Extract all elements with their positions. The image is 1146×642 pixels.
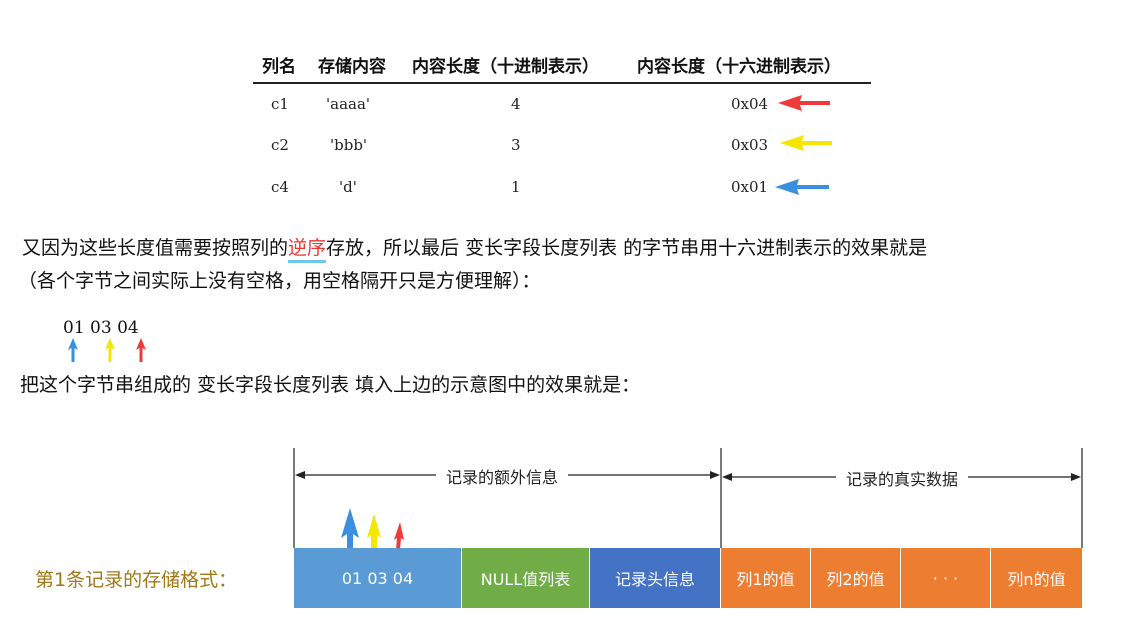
reverse-order-highlight: 逆序 [288, 237, 327, 263]
null-list-segment: NULL值列表 [462, 548, 590, 608]
left-arrow-icon [778, 95, 830, 111]
left-arrowhead-icon [295, 471, 305, 479]
variable-length-list-term: 变长字段长度列表 [191, 374, 356, 396]
table-cell-content: 'bbb' [330, 136, 368, 154]
right-arrowhead-icon [710, 471, 720, 479]
table-cell-column: c4 [271, 178, 289, 196]
table-cell-content: 'aaaa' [326, 95, 371, 113]
record-header-segment: 记录头信息 [590, 548, 721, 608]
red-arrow-shape [778, 95, 830, 111]
blue-arrow-shape [775, 179, 829, 195]
yellow-arrow-shape [780, 135, 832, 151]
table-cell-length-hex: 0x03 [731, 136, 769, 154]
left-arrow-icon [775, 179, 829, 195]
variable-length-list-term: 变长字段长度列表 [459, 237, 624, 259]
paragraph-text: 把这个字节串组成的 [20, 374, 192, 396]
table-header-length-hex: 内容长度（十六进制表示） [637, 57, 841, 77]
up-arrow-icon [68, 338, 78, 362]
table-cell-column: c2 [271, 136, 289, 154]
column-1-value-segment: 列1的值 [721, 548, 811, 608]
fill-in-paragraph: 把这个字节串组成的 变长字段长度列表 填入上边的示意图中的效果就是： [20, 370, 640, 397]
left-arrowhead-icon [722, 473, 732, 481]
up-arrow-icon [136, 338, 146, 362]
explanation-paragraph: 又因为这些长度值需要按照列的逆序存放，所以最后 变长字段长度列表 的字节串用十六… [22, 233, 928, 263]
byte-arrows [68, 338, 146, 362]
paragraph-text: 的字节串用十六进制表示的效果就是 [623, 237, 928, 259]
up-arrow-icon [341, 508, 359, 550]
ellipsis-segment: · · · [901, 548, 991, 608]
column-2-value-segment: 列2的值 [811, 548, 901, 608]
byte-order-arrows [341, 508, 404, 550]
byte-string: 01 03 04 [63, 318, 139, 338]
table-cell-length-decimal: 1 [511, 178, 521, 196]
left-arrow-icon [780, 135, 832, 151]
paragraph-text: 存放，所以最后 [326, 237, 460, 259]
note-paragraph: （各个字节之间实际上没有空格，用空格隔开只是方便理解）： [18, 270, 541, 292]
up-arrow-icon [105, 338, 115, 362]
up-arrow-icon [367, 514, 381, 550]
up-arrow-icon [394, 522, 404, 550]
table-cell-length-decimal: 3 [511, 136, 521, 154]
variable-length-list-segment: 01 03 04 [294, 548, 462, 608]
paragraph-text: 填入上边的示意图中的效果就是： [355, 374, 641, 396]
table-header-column-name: 列名 [262, 57, 296, 77]
table-cell-column: c1 [271, 95, 289, 113]
column-n-value-segment: 列n的值 [991, 548, 1082, 608]
table-header-rule [253, 82, 871, 84]
paragraph-text: 又因为这些长度值需要按照列的 [22, 237, 289, 259]
right-arrowhead-icon [1071, 473, 1081, 481]
table-cell-content: 'd' [339, 178, 357, 196]
table-cell-length-decimal: 4 [511, 95, 521, 113]
real-data-label: 记录的真实数据 [836, 466, 969, 490]
extra-info-label: 记录的额外信息 [436, 464, 569, 488]
table-header-length-decimal: 内容长度（十进制表示） [412, 57, 599, 77]
record-format-label: 第1条记录的存储格式： [35, 569, 238, 591]
table-cell-length-hex: 0x04 [731, 95, 769, 113]
table-header-content: 存储内容 [318, 57, 386, 77]
record-span-brackets [293, 448, 1083, 548]
table-cell-length-hex: 0x01 [731, 178, 769, 196]
